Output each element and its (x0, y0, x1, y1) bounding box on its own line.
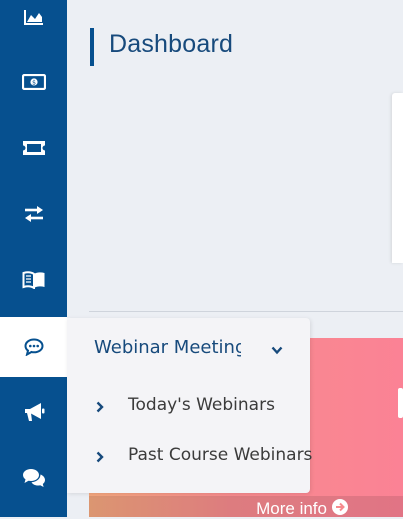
title-accent-bar (90, 28, 94, 66)
comments-icon (22, 468, 46, 488)
sidebar-nav: $ (0, 0, 67, 517)
sidebar-item-messages[interactable] (0, 448, 67, 508)
section-divider (89, 311, 403, 312)
sidebar-item-announcements[interactable] (0, 382, 67, 442)
chevron-right-icon (96, 450, 104, 468)
promo-icon (398, 388, 403, 418)
webinar-flyout-menu: Webinar Meetings Today's Webinars Past C… (67, 318, 310, 493)
bullhorn-icon (23, 402, 45, 422)
submenu-item-past-course-webinars[interactable]: Past Course Webinars (67, 435, 310, 475)
open-book-icon (22, 271, 46, 289)
page-title: Dashboard (109, 30, 233, 59)
sidebar-item-courses[interactable] (0, 250, 67, 310)
more-info-label: More info (256, 499, 327, 519)
sidebar-item-tickets[interactable] (0, 118, 67, 178)
more-info-link[interactable]: More info (89, 496, 403, 517)
stats-card (392, 93, 403, 263)
svg-text:$: $ (32, 80, 36, 87)
sidebar-item-webinars[interactable] (0, 317, 67, 377)
chevron-right-icon (96, 400, 104, 418)
webinar-menu-label: Webinar Meetings (94, 337, 241, 358)
submenu-item-todays-webinars[interactable]: Today's Webinars (67, 385, 310, 425)
arrow-circle-right-icon (331, 495, 349, 518)
comment-dots-icon (24, 338, 44, 356)
submenu-item-label: Today's Webinars (128, 395, 275, 415)
sidebar-item-payments[interactable]: $ (0, 52, 67, 112)
chevron-down-icon (271, 342, 283, 360)
area-chart-icon (24, 9, 44, 25)
money-bill-icon: $ (22, 74, 46, 90)
webinar-menu-header[interactable]: Webinar Meetings (67, 318, 310, 377)
sidebar-item-reports[interactable] (0, 0, 67, 47)
ticket-icon (22, 140, 46, 156)
exchange-arrows-icon (23, 205, 45, 223)
submenu-item-label: Past Course Webinars (128, 445, 312, 465)
sidebar-item-transfers[interactable] (0, 184, 67, 244)
